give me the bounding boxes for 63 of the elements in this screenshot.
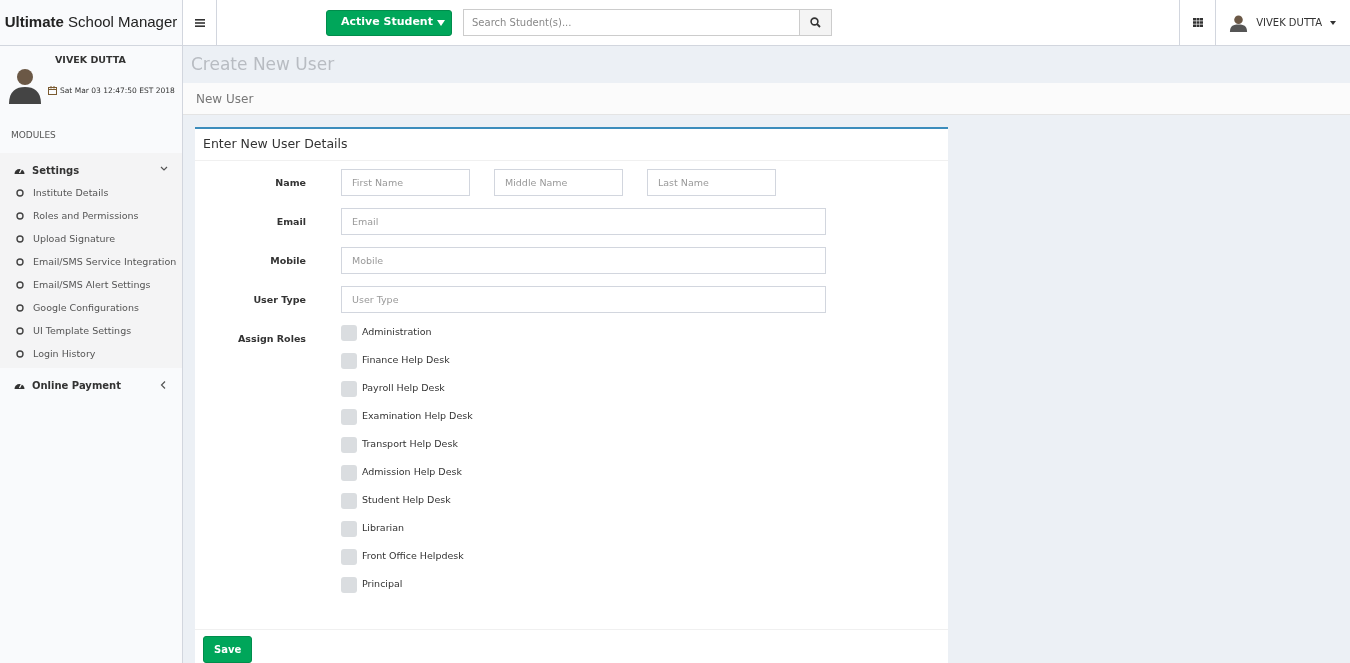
card-title: Enter New User Details	[203, 135, 348, 154]
circle-icon	[16, 258, 24, 266]
caret-icon	[437, 19, 445, 26]
input-field[interactable]: Middle Name	[494, 169, 623, 196]
input-field[interactable]: First Name	[341, 169, 470, 196]
submenu-item[interactable]: Login History	[0, 342, 182, 366]
breadcrumb[interactable]: New User	[196, 89, 254, 108]
circle-icon	[16, 212, 24, 220]
checkbox-label: Payroll Help Desk	[362, 381, 445, 395]
checkbox-label: Principal	[362, 577, 403, 591]
circle-icon	[16, 350, 24, 358]
input-field[interactable]: Email	[341, 208, 826, 235]
field-label: Assign Roles	[237, 332, 306, 346]
search-button[interactable]	[800, 9, 832, 36]
checkbox[interactable]	[341, 549, 357, 565]
checkbox-label: Librarian	[362, 521, 405, 535]
submenu-item[interactable]: Google Configurations	[0, 296, 182, 320]
checkbox[interactable]	[341, 409, 357, 425]
circle-icon	[16, 189, 24, 197]
submenu-item[interactable]: Roles and Permissions	[0, 204, 182, 228]
field-label: Mobile	[269, 254, 306, 268]
menu-icon[interactable]	[194, 18, 205, 27]
field-label: User Type	[252, 293, 306, 307]
submenu-item[interactable]: UI Template Settings	[0, 319, 182, 343]
input-field[interactable]: Mobile	[341, 247, 826, 274]
avatar-icon	[1229, 13, 1249, 32]
checkbox-label: Front Office Helpdesk	[362, 549, 464, 563]
checkbox[interactable]	[341, 437, 357, 453]
calendar-icon	[48, 86, 57, 96]
submenu-item[interactable]: Upload Signature	[0, 227, 182, 251]
circle-icon	[16, 327, 24, 335]
checkbox[interactable]	[341, 577, 357, 593]
input-field[interactable]: Last Name	[647, 169, 776, 196]
checkbox-label: Administration	[362, 325, 432, 339]
checkbox[interactable]	[341, 381, 357, 397]
submenu-item[interactable]: Email/SMS Alert Settings	[0, 273, 182, 297]
checkbox[interactable]	[341, 465, 357, 481]
checkbox[interactable]	[341, 521, 357, 537]
field-label: Email	[275, 215, 306, 229]
input-field[interactable]: User Type	[341, 286, 826, 313]
caret-icon	[1330, 20, 1336, 25]
user-menu[interactable]: VIVEK DUTTA	[1215, 0, 1350, 45]
avatar-icon	[8, 66, 42, 104]
checkbox[interactable]	[341, 325, 357, 341]
user-name: VIVEK DUTTA	[55, 53, 127, 67]
checkbox-label: Finance Help Desk	[362, 353, 450, 367]
apps-grid-icon[interactable]	[1192, 18, 1203, 27]
chevron-icon	[160, 381, 168, 389]
submenu-item[interactable]: Email/SMS Service Integration	[0, 250, 182, 274]
circle-icon	[16, 281, 24, 289]
checkbox-label: Transport Help Desk	[362, 437, 458, 451]
checkbox-label: Examination Help Desk	[362, 409, 473, 423]
circle-icon	[16, 235, 24, 243]
search-icon	[810, 17, 821, 28]
checkbox-label: Admission Help Desk	[362, 465, 462, 479]
circle-icon	[16, 304, 24, 312]
search-field[interactable]: Search Student(s)...	[463, 9, 800, 36]
checkbox[interactable]	[341, 353, 357, 369]
checkbox-label: Student Help Desk	[362, 493, 451, 507]
field-label: Name	[274, 176, 306, 190]
checkbox[interactable]	[341, 493, 357, 509]
app-logo-text: Ultimate School Manager	[4, 12, 178, 33]
section-label: MODULES	[10, 129, 57, 142]
